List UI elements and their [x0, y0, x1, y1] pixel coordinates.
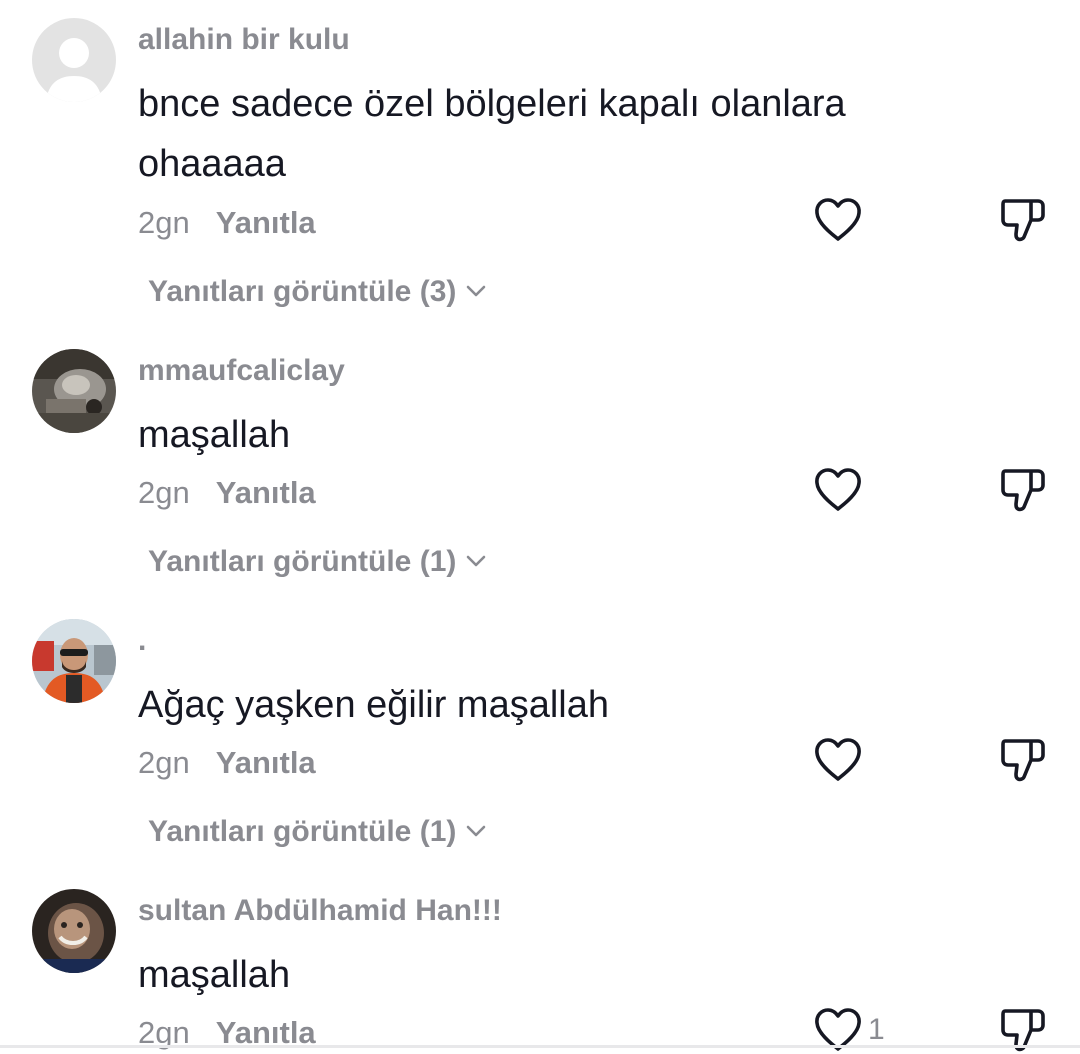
comment-username[interactable]: allahin bir kulu	[138, 20, 350, 60]
avatar[interactable]	[32, 349, 116, 433]
comment-time: 2gn	[138, 205, 190, 240]
avatar[interactable]	[32, 889, 116, 973]
comment-text-line: maşallah	[138, 414, 291, 456]
chevron-down-icon	[467, 285, 486, 297]
comment-text-line: maşallah	[138, 954, 291, 996]
like-count: 1	[868, 1013, 885, 1046]
view-replies-label: Yanıtları görüntüle (3)	[148, 275, 457, 308]
comment-text-line: bnce sadece özel bölgeleri kapalı olanla…	[138, 83, 846, 125]
comment-meta: 2gn Yanıtla	[138, 743, 316, 783]
view-replies-button[interactable]: Yanıtları görüntüle (1)	[148, 542, 488, 582]
comment-time: 2gn	[138, 475, 190, 510]
thumbs-down-outline-icon	[1001, 199, 1045, 242]
reply-button[interactable]: Yanıtla	[216, 205, 316, 240]
view-replies-label: Yanıtları görüntüle (1)	[148, 815, 457, 848]
dislike-button[interactable]	[998, 466, 1046, 514]
heart-outline-icon	[815, 468, 861, 511]
default-avatar-icon	[32, 18, 116, 102]
chevron-down-icon	[467, 825, 486, 837]
comment-username[interactable]: sultan Abdülhamid Han!!!	[138, 891, 502, 931]
user-photo-avatar	[32, 619, 116, 703]
dislike-button[interactable]	[998, 196, 1046, 244]
user-photo-avatar	[32, 889, 116, 973]
view-replies-button[interactable]: Yanıtları görüntüle (1)	[148, 812, 488, 852]
like-button[interactable]	[812, 736, 864, 784]
view-replies-label: Yanıtları görüntüle (1)	[148, 545, 457, 578]
comment-text-line: ohaaaaa	[138, 143, 286, 185]
comment-text-line: Ağaç yaşken eğilir maşallah	[138, 684, 610, 726]
comment-item: . Ağaç yaşken eğilir maşallah 2gn Yanıtla…	[0, 601, 1080, 871]
comment-text: bnce sadece özel bölgeleri kapalı olanla…	[138, 74, 958, 194]
comment-meta: 2gn Yanıtla	[138, 473, 316, 513]
reply-button[interactable]: Yanıtla	[216, 475, 316, 510]
chevron-down-icon	[467, 555, 486, 567]
comment-meta: 2gn Yanıtla	[138, 203, 316, 243]
heart-outline-icon	[815, 198, 861, 241]
reply-button[interactable]: Yanıtla	[216, 745, 316, 780]
heart-outline-icon	[815, 738, 861, 781]
thumbs-down-outline-icon	[1001, 469, 1045, 512]
dislike-button[interactable]	[998, 736, 1046, 784]
comment-username[interactable]: mmaufcaliclay	[138, 351, 345, 391]
comment-text: maşallah	[138, 945, 958, 1005]
view-replies-button[interactable]: Yanıtları görüntüle (3)	[148, 272, 488, 312]
user-photo-avatar	[32, 349, 116, 433]
comment-text: Ağaç yaşken eğilir maşallah	[138, 675, 958, 735]
comment-item: sultan Abdülhamid Han!!! maşallah 2gn Yan…	[0, 871, 1080, 1052]
thumbs-down-outline-icon	[1001, 739, 1045, 782]
comment-username[interactable]: .	[138, 621, 146, 661]
avatar[interactable]	[32, 619, 116, 703]
comment-text: maşallah	[138, 405, 958, 465]
comment-time: 2gn	[138, 745, 190, 780]
comment-item: allahin bir kulu bnce sadece özel bölgel…	[0, 0, 1080, 330]
avatar[interactable]	[32, 18, 116, 102]
like-button[interactable]	[812, 196, 864, 244]
comment-item: mmaufcaliclay maşallah 2gn Yanıtla Yanıtl…	[0, 331, 1080, 601]
like-button[interactable]	[812, 466, 864, 514]
